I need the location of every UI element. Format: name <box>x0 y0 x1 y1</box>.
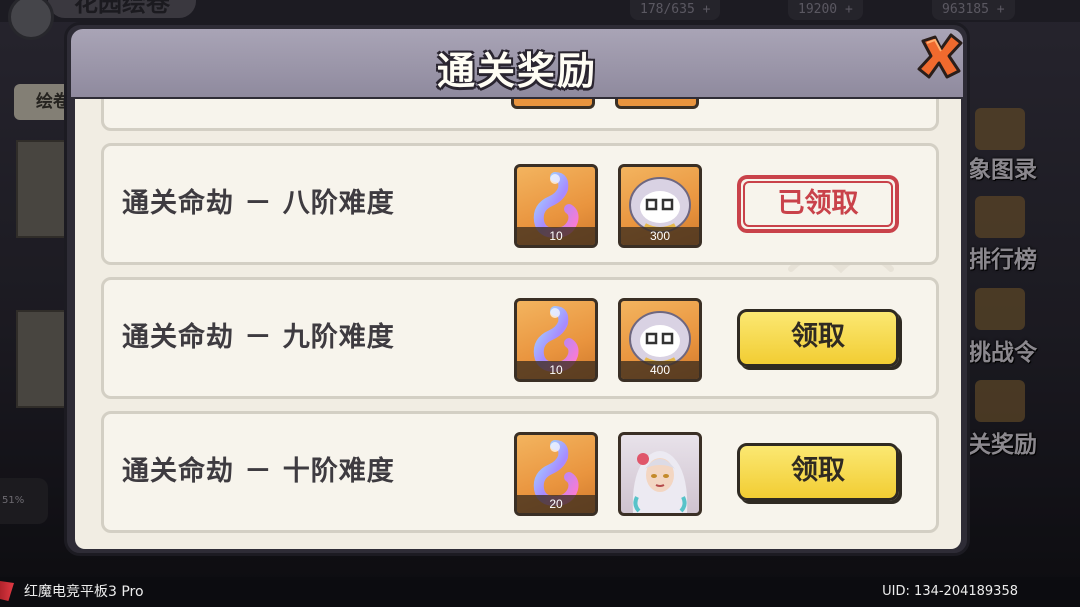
reward-row: 通关命劫 － 九阶难度 10 400 领取 <box>101 277 939 399</box>
claimed-stamp: 已领取 <box>735 173 901 235</box>
item-count: 10 <box>517 361 595 379</box>
device-name: 红魔电竞平板3 Pro <box>24 584 144 600</box>
reward-row: 通关命劫 － 八阶难度 10 300 已领取 <box>101 143 939 265</box>
item-count: 20 <box>517 495 595 513</box>
item-count: 300 <box>621 227 699 245</box>
silver-coin-spirit-icon[interactable]: 400 <box>618 298 702 382</box>
user-id: UID: 134-204189358 <box>882 584 1018 599</box>
close-x-icon[interactable] <box>915 31 965 81</box>
claim-button[interactable]: 领取 <box>737 443 899 501</box>
silver-coin-spirit-icon[interactable]: 300 <box>618 164 702 248</box>
crystal-gourd-icon[interactable]: 20 <box>514 432 598 516</box>
dialog-header: 通关奖励 <box>71 29 963 97</box>
row-label: 通关命劫 － 十阶难度 <box>122 456 395 487</box>
crystal-gourd-icon[interactable]: 10 <box>514 298 598 382</box>
row-label: 通关命劫 － 九阶难度 <box>122 322 395 353</box>
item-count: 10 <box>517 227 595 245</box>
character-portrait-icon[interactable] <box>618 432 702 516</box>
claim-button[interactable]: 领取 <box>737 309 899 367</box>
reward-item-partial <box>511 99 595 109</box>
reward-row: 通关命劫 － 十阶难度 20 领取 <box>101 411 939 533</box>
crystal-gourd-icon[interactable]: 10 <box>514 164 598 248</box>
dialog-title: 通关奖励 <box>436 49 597 93</box>
reward-list[interactable]: 通关命劫 － 八阶难度 10 300 已领取 通关命劫 － 九阶难度 10 40… <box>75 99 961 549</box>
reward-item-partial <box>615 99 699 109</box>
clear-rewards-dialog: 通关奖励 通关命劫 － 八阶难度 10 300 已领取 通关命劫 － 九阶难度 … <box>64 22 970 556</box>
row-label: 通关命劫 － 八阶难度 <box>122 188 395 219</box>
item-count: 400 <box>621 361 699 379</box>
